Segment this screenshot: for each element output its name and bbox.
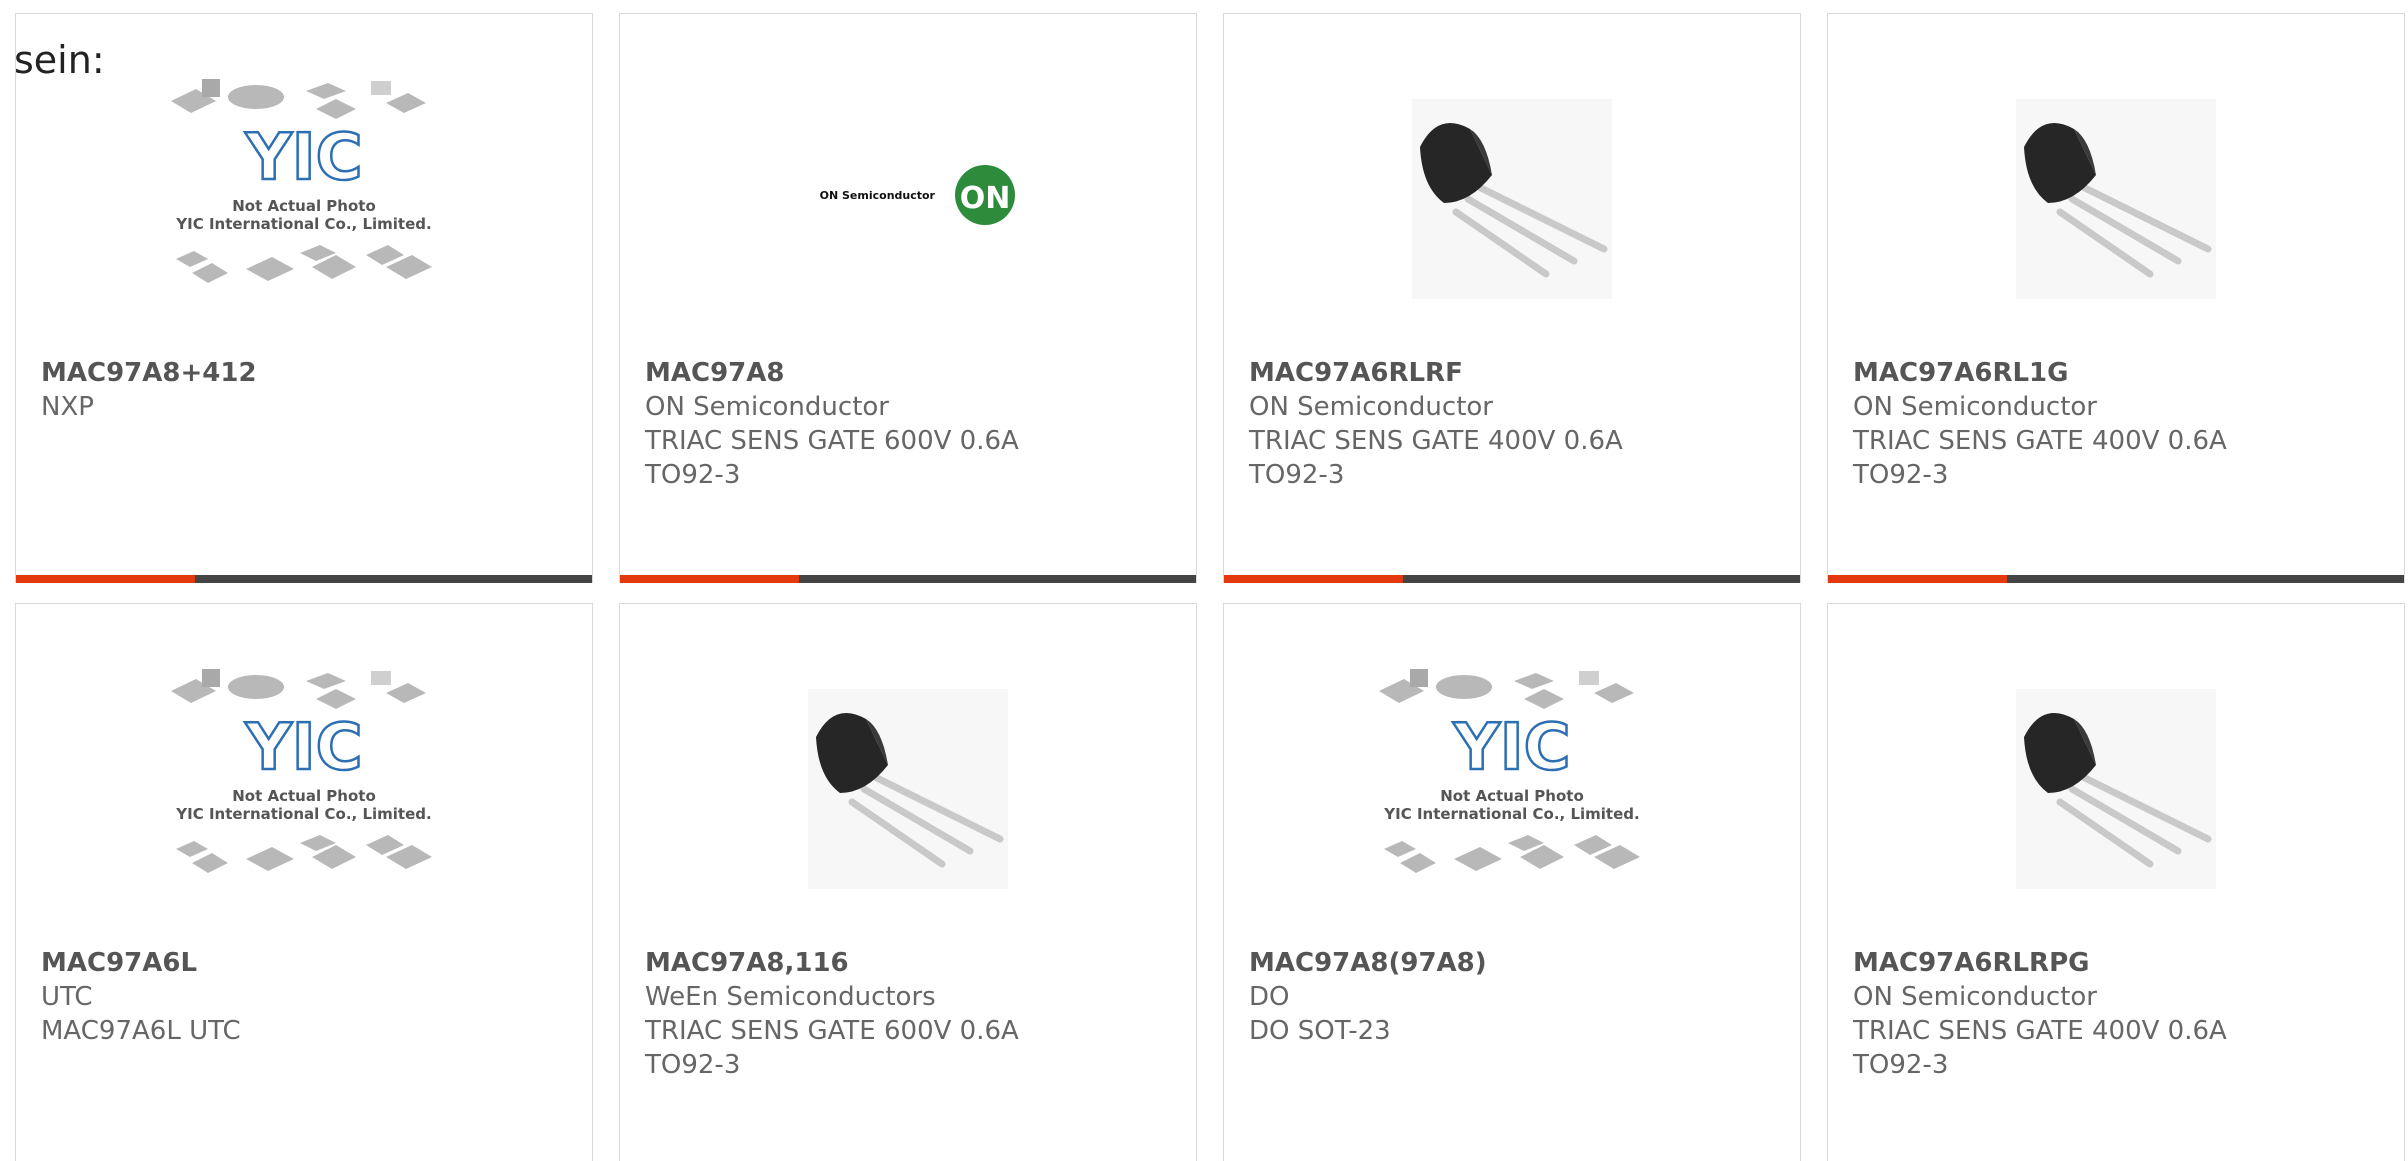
part-number[interactable]: MAC97A8,116 <box>645 946 1175 980</box>
product-info: MAC97A6RLRF ON Semiconductor TRIAC SENS … <box>1249 356 1779 492</box>
description: TRIAC SENS GATE 600V 0.6A <box>645 1016 1019 1046</box>
product-card[interactable]: MAC97A6RL1G ON Semiconductor TRIAC SENS … <box>1827 13 2405 583</box>
product-info: MAC97A8+412 NXP <box>41 356 571 424</box>
description: DO SOT-23 <box>1249 1016 1391 1046</box>
manufacturer: NXP <box>41 392 94 422</box>
svg-text:Not Actual Photo: Not Actual Photo <box>232 197 376 215</box>
part-number[interactable]: MAC97A8+412 <box>41 356 571 390</box>
svg-text:Not Actual Photo: Not Actual Photo <box>232 787 376 805</box>
part-number[interactable]: MAC97A8(97A8) <box>1249 946 1779 980</box>
description: TRIAC SENS GATE 400V 0.6A <box>1853 426 2227 456</box>
product-info: MAC97A8(97A8) DO DO SOT-23 <box>1249 946 1779 1048</box>
to92-component-photo[interactable] <box>1828 659 2404 949</box>
package: TO92-3 <box>645 460 741 490</box>
svg-text:YIC International Co., Limited: YIC International Co., Limited. <box>175 805 431 823</box>
progress-bar <box>620 575 1196 583</box>
svg-text:YIC: YIC <box>244 711 362 785</box>
progress-fill <box>1224 575 1403 583</box>
description: MAC97A6L UTC <box>41 1016 241 1046</box>
package: TO92-3 <box>1853 460 1949 490</box>
product-grid-page: sein: YIC Not Actual Photo YIC Internati… <box>0 0 2408 1161</box>
product-card[interactable]: YIC Not Actual Photo YIC International C… <box>15 603 593 1161</box>
product-card[interactable]: MAC97A6RLRPG ON Semiconductor TRIAC SENS… <box>1827 603 2405 1161</box>
svg-text:ON Semiconductor: ON Semiconductor <box>820 189 936 202</box>
manufacturer: UTC <box>41 982 93 1012</box>
description: TRIAC SENS GATE 600V 0.6A <box>645 426 1019 456</box>
svg-text:YIC International Co., Limited: YIC International Co., Limited. <box>175 215 431 233</box>
intro-text: sein: <box>14 38 105 82</box>
progress-fill <box>16 575 195 583</box>
to92-component-photo[interactable] <box>620 659 1196 949</box>
product-card[interactable]: ON Semiconductor ON MAC97A8 ON Semicondu… <box>619 13 1197 583</box>
product-card[interactable]: MAC97A8,116 WeEn Semiconductors TRIAC SE… <box>619 603 1197 1161</box>
package: TO92-3 <box>645 1050 741 1080</box>
part-number[interactable]: MAC97A8 <box>645 356 1175 390</box>
product-info: MAC97A6L UTC MAC97A6L UTC <box>41 946 571 1048</box>
on-semiconductor-logo[interactable]: ON Semiconductor ON <box>620 69 1196 359</box>
to92-component-photo[interactable] <box>1828 69 2404 359</box>
svg-text:YIC International Co., Limited: YIC International Co., Limited. <box>1383 805 1639 823</box>
svg-text:ON: ON <box>960 181 1011 216</box>
yic-placeholder-image[interactable]: YIC Not Actual Photo YIC International C… <box>16 69 592 359</box>
manufacturer: WeEn Semiconductors <box>645 982 936 1012</box>
product-card[interactable]: YIC Not Actual Photo YIC International C… <box>1223 603 1801 1161</box>
product-info: MAC97A6RLRPG ON Semiconductor TRIAC SENS… <box>1853 946 2383 1082</box>
svg-text:YIC: YIC <box>1452 711 1570 785</box>
progress-bar <box>1224 575 1800 583</box>
manufacturer: DO <box>1249 982 1290 1012</box>
yic-placeholder-image[interactable]: YIC Not Actual Photo YIC International C… <box>16 659 592 949</box>
product-card[interactable]: MAC97A6RLRF ON Semiconductor TRIAC SENS … <box>1223 13 1801 583</box>
part-number[interactable]: MAC97A6RLRPG <box>1853 946 2383 980</box>
progress-bar <box>16 575 592 583</box>
product-card[interactable]: YIC Not Actual Photo YIC International C… <box>15 13 593 583</box>
manufacturer: ON Semiconductor <box>1249 392 1493 422</box>
yic-placeholder-image[interactable]: YIC Not Actual Photo YIC International C… <box>1224 659 1800 949</box>
part-number[interactable]: MAC97A6RL1G <box>1853 356 2383 390</box>
description: TRIAC SENS GATE 400V 0.6A <box>1853 1016 2227 1046</box>
description: TRIAC SENS GATE 400V 0.6A <box>1249 426 1623 456</box>
to92-component-photo[interactable] <box>1224 69 1800 359</box>
progress-bar <box>1828 575 2404 583</box>
package: TO92-3 <box>1249 460 1345 490</box>
product-info: MAC97A8,116 WeEn Semiconductors TRIAC SE… <box>645 946 1175 1082</box>
part-number[interactable]: MAC97A6L <box>41 946 571 980</box>
progress-fill <box>620 575 799 583</box>
svg-text:YIC: YIC <box>244 121 362 195</box>
svg-text:Not Actual Photo: Not Actual Photo <box>1440 787 1584 805</box>
product-info: MAC97A6RL1G ON Semiconductor TRIAC SENS … <box>1853 356 2383 492</box>
product-info: MAC97A8 ON Semiconductor TRIAC SENS GATE… <box>645 356 1175 492</box>
package: TO92-3 <box>1853 1050 1949 1080</box>
manufacturer: ON Semiconductor <box>645 392 889 422</box>
progress-fill <box>1828 575 2007 583</box>
part-number[interactable]: MAC97A6RLRF <box>1249 356 1779 390</box>
manufacturer: ON Semiconductor <box>1853 982 2097 1012</box>
manufacturer: ON Semiconductor <box>1853 392 2097 422</box>
